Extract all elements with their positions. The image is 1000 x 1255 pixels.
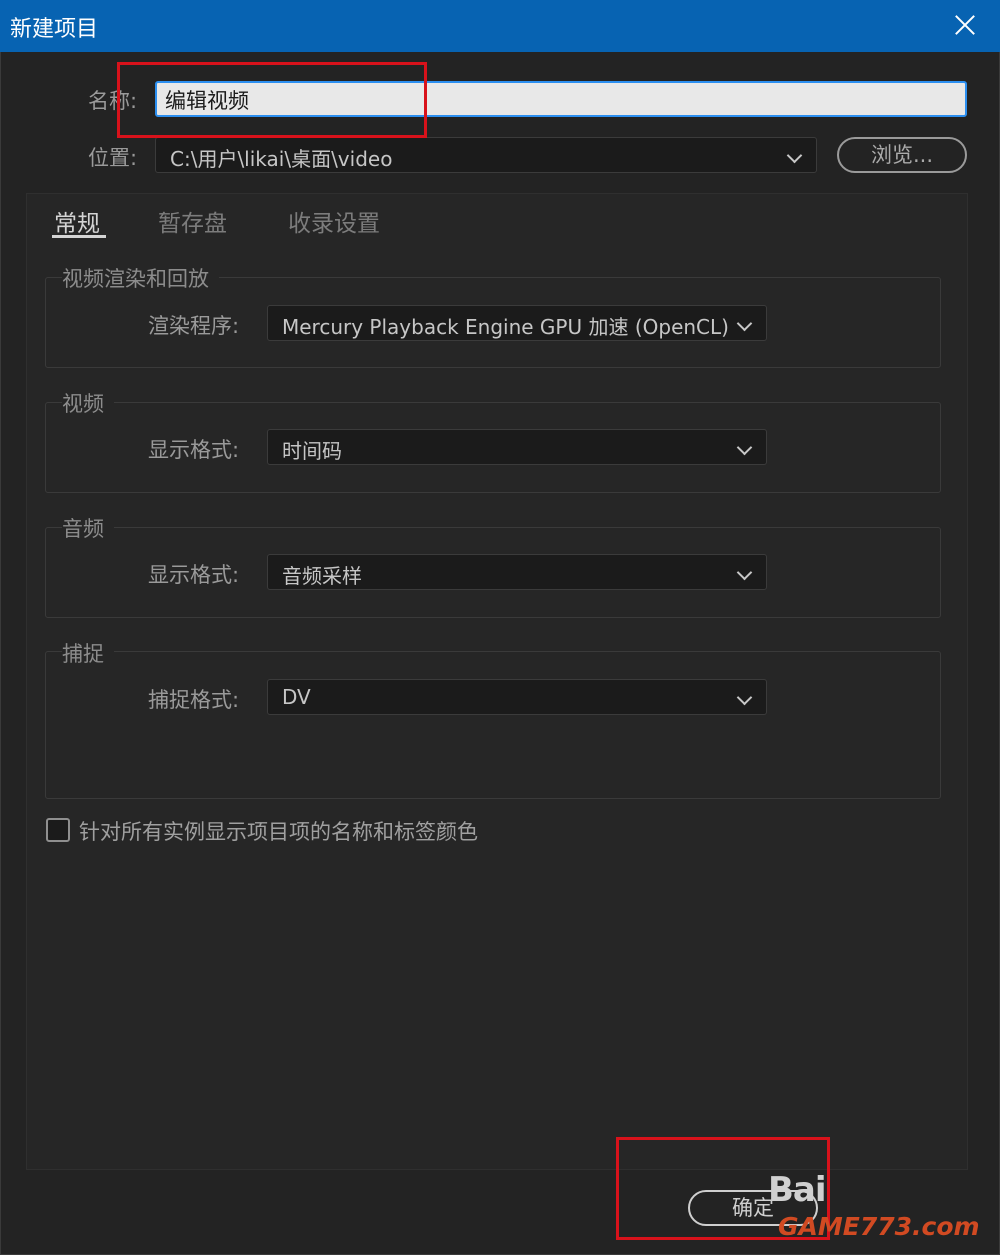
- video-group-title: 视频: [62, 388, 114, 418]
- browse-button[interactable]: 浏览...: [837, 137, 967, 173]
- capture-format-value: DV: [282, 685, 311, 709]
- highlight-box-name: [117, 62, 427, 138]
- capture-group-title: 捕捉: [62, 638, 114, 668]
- capture-group: [45, 651, 941, 799]
- chevron-down-icon: [736, 564, 753, 581]
- show-label-colors-checkbox[interactable]: [46, 818, 70, 842]
- audio-display-format-label: 显示格式:: [148, 563, 240, 587]
- renderer-dropdown[interactable]: Mercury Playback Engine GPU 加速 (OpenCL): [267, 305, 767, 341]
- location-label: 位置:: [88, 146, 138, 170]
- show-label-colors-label: 针对所有实例显示项目项的名称和标签颜色: [79, 820, 478, 844]
- audio-display-format-dropdown[interactable]: 音频采样: [267, 554, 767, 590]
- video-display-format-dropdown[interactable]: 时间码: [267, 429, 767, 465]
- renderer-value: Mercury Playback Engine GPU 加速 (OpenCL): [282, 315, 729, 339]
- video-display-format-label: 显示格式:: [148, 438, 240, 462]
- title-bar: [0, 0, 1000, 52]
- video-display-format-value: 时间码: [282, 439, 342, 463]
- audio-display-format-value: 音频采样: [282, 564, 362, 588]
- close-icon[interactable]: [950, 10, 980, 40]
- chevron-down-icon: [736, 689, 753, 706]
- site-watermark: GAME773.com: [778, 1212, 980, 1241]
- chevron-down-icon: [786, 147, 803, 164]
- capture-format-dropdown[interactable]: DV: [267, 679, 767, 715]
- chevron-down-icon: [736, 315, 753, 332]
- chevron-down-icon: [736, 439, 753, 456]
- baidu-watermark: Bai: [768, 1170, 827, 1210]
- tab-scratch-disks[interactable]: 暂存盘: [158, 204, 227, 238]
- audio-group-title: 音频: [62, 513, 114, 543]
- location-dropdown[interactable]: C:\用户\likai\桌面\video: [155, 137, 817, 173]
- tab-ingest-settings[interactable]: 收录设置: [288, 204, 380, 238]
- dialog-title: 新建项目: [10, 17, 99, 42]
- renderer-label: 渲染程序:: [148, 314, 240, 338]
- active-tab-indicator: [52, 235, 106, 238]
- capture-format-label: 捕捉格式:: [148, 688, 240, 712]
- render-group-title: 视频渲染和回放: [62, 263, 219, 293]
- tab-general[interactable]: 常规: [54, 204, 100, 238]
- location-value: C:\用户\likai\桌面\video: [170, 147, 393, 171]
